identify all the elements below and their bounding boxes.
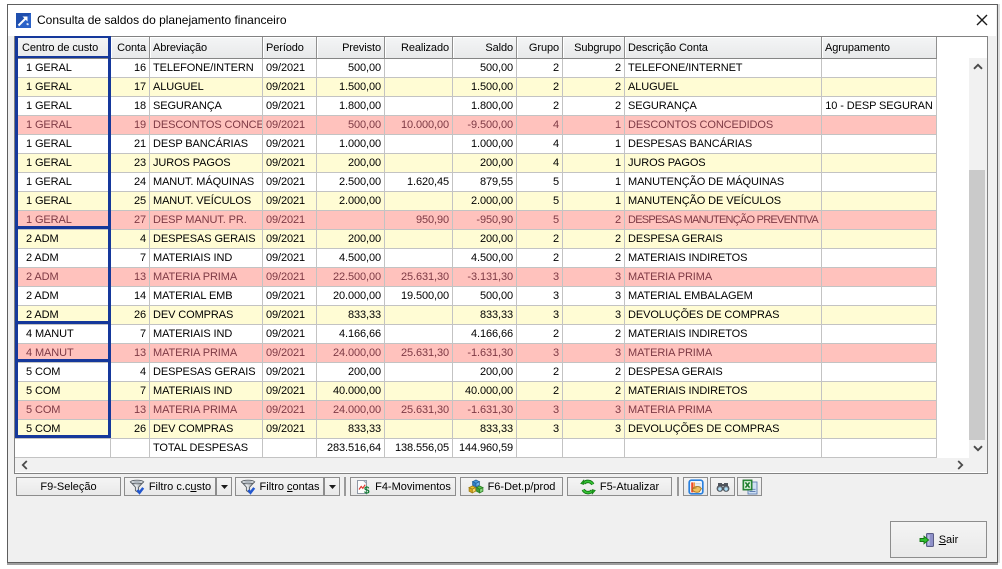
svg-text:$: $ bbox=[364, 485, 370, 495]
